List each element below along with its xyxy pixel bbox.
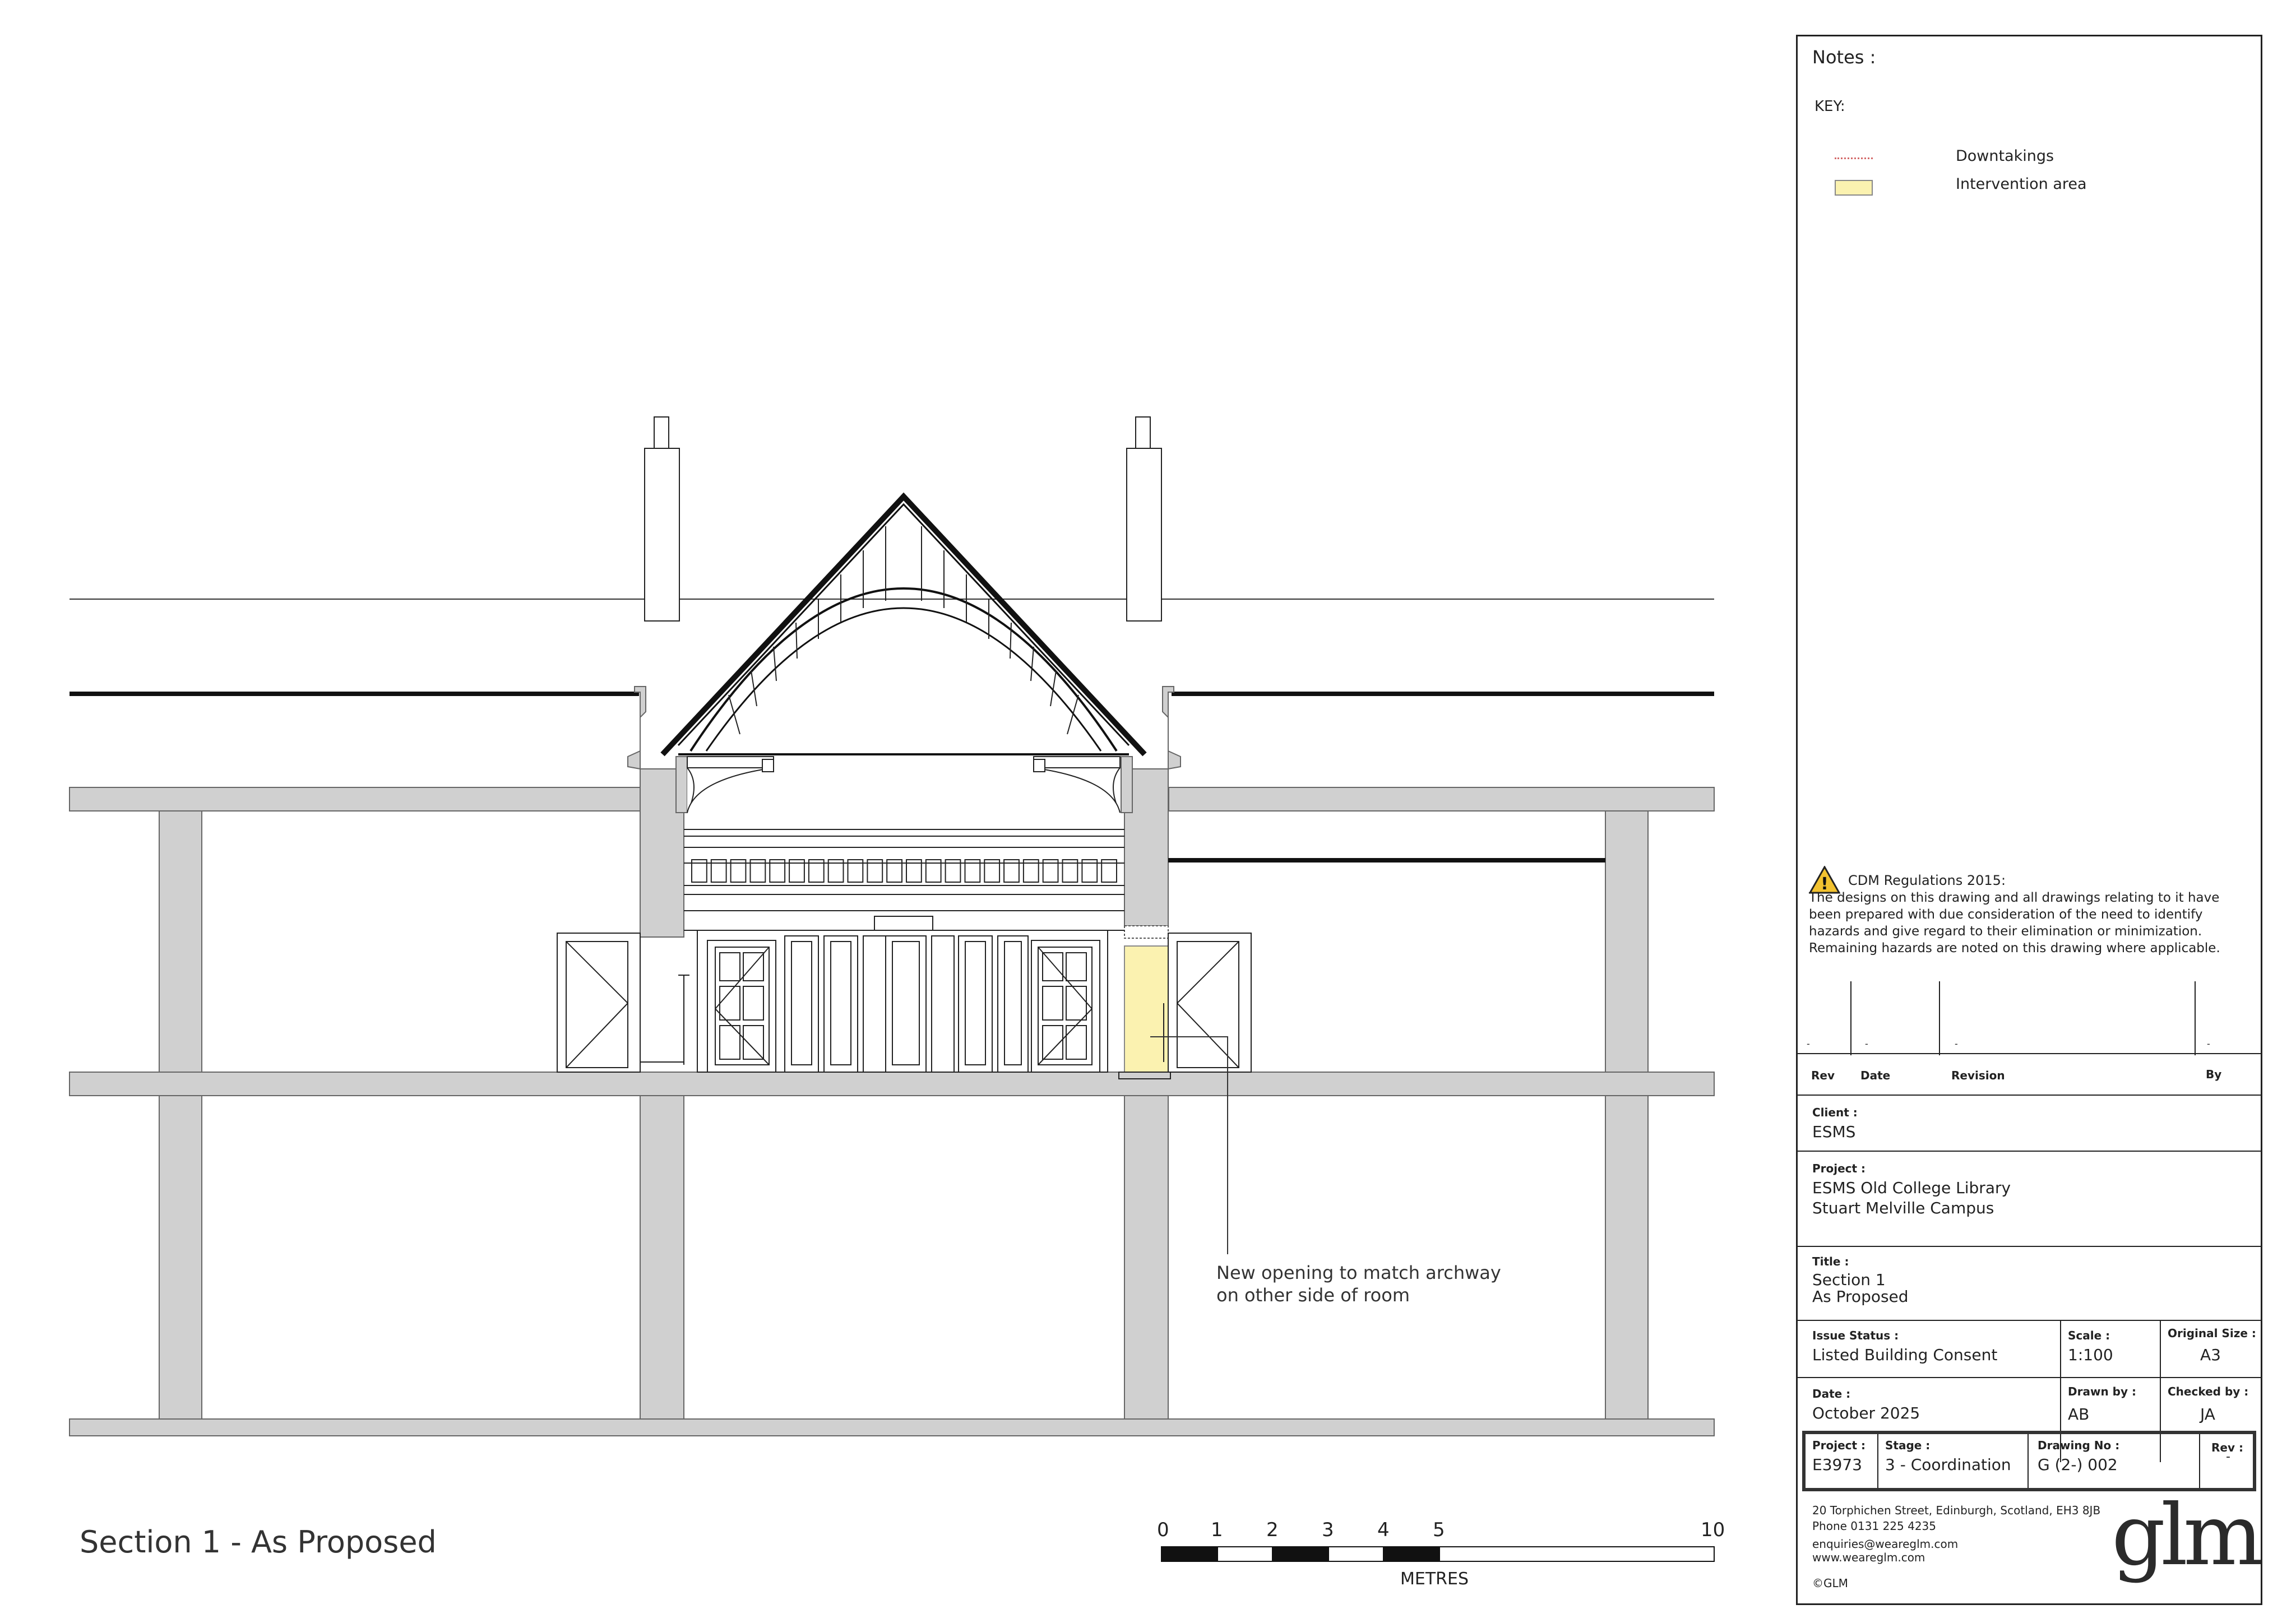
issue-status-value: Listed Building Consent	[1812, 1346, 1998, 1364]
scale-value: 1:100	[2068, 1346, 2113, 1364]
date-value: October 2025	[1812, 1404, 1920, 1422]
scale-tick-label: 1	[1211, 1519, 1223, 1541]
date-label: Date :	[1812, 1387, 1851, 1401]
door-right	[1038, 947, 1093, 1065]
project-line-1: ESMS Old College Library	[1812, 1179, 2011, 1197]
scale-bar	[1161, 1546, 1715, 1562]
table-rule	[1798, 1377, 2261, 1378]
checked-by-value: JA	[2200, 1405, 2215, 1423]
downtakings-key-icon	[1835, 157, 1873, 159]
scale-label: Scale :	[2068, 1329, 2110, 1342]
phone-text: Phone 0131 225 4235	[1812, 1519, 1936, 1533]
scale-tick-label: 4	[1377, 1519, 1390, 1541]
project-no-value: E3973	[1812, 1455, 1862, 1474]
scale-tick-label: 10	[1701, 1519, 1725, 1541]
copyright-text: ©GLM	[1812, 1576, 1848, 1590]
intervention-swatch-icon	[1835, 180, 1873, 196]
original-size-label: Original Size :	[2168, 1327, 2256, 1340]
scale-tick-label: 3	[1322, 1519, 1334, 1541]
cell-divider	[2027, 1434, 2029, 1488]
issue-status-label: Issue Status :	[1812, 1329, 1899, 1342]
stage-label: Stage :	[1885, 1439, 1931, 1452]
table-rule	[1798, 1151, 2261, 1152]
drawing-title: Section 1 - As Proposed	[80, 1524, 437, 1560]
table-rule	[1798, 1053, 2261, 1054]
title-line-2: As Proposed	[1812, 1287, 1909, 1306]
annotation-line-2: on other side of room	[1216, 1285, 1410, 1306]
warning-icon: !	[1809, 866, 1840, 894]
side-door-left	[557, 933, 689, 1073]
drawing-no-label: Drawing No :	[2038, 1439, 2120, 1452]
scale-tick-label: 0	[1157, 1519, 1169, 1541]
cdm-title: CDM Regulations 2015:	[1848, 873, 2006, 888]
drawing-id-box	[1802, 1431, 2256, 1491]
table-rule	[1798, 1246, 2261, 1247]
scale-tick-label: 2	[1266, 1519, 1279, 1541]
notes-heading: Notes :	[1812, 47, 1876, 68]
scale-tick-label: 5	[1433, 1519, 1445, 1541]
stage-value: 3 - Coordination	[1885, 1455, 2011, 1474]
table-rule	[1798, 1320, 2261, 1321]
email-text: enquiries@weareglm.com	[1812, 1537, 1959, 1551]
scale-unit-label: METRES	[1400, 1569, 1469, 1589]
revision-cell: -	[1955, 1038, 1958, 1049]
project-label: Project :	[1812, 1162, 1866, 1175]
cdm-line-2: been prepared with due consideration of …	[1809, 907, 2203, 922]
cell-divider	[1877, 1434, 1878, 1488]
intervention-area	[1124, 945, 1169, 1073]
annotation-line-1: New opening to match archway	[1216, 1262, 1501, 1283]
rev-header: Rev	[1811, 1069, 1835, 1082]
rev-divider	[1850, 981, 1851, 1055]
website-text: www.weareglm.com	[1812, 1551, 1925, 1564]
address-text: 20 Torphichen Street, Edinburgh, Scotlan…	[1812, 1504, 2101, 1517]
cell-divider	[2199, 1434, 2200, 1488]
key-label-downtakings: Downtakings	[1956, 147, 2054, 165]
bookcase-panels	[697, 916, 1108, 1073]
chimney-right	[1126, 416, 1162, 622]
project-no-label: Project :	[1812, 1439, 1866, 1452]
title-label: Title :	[1812, 1255, 1849, 1268]
date-cell: -	[1865, 1038, 1868, 1049]
drawn-by-value: AB	[2068, 1405, 2090, 1423]
checked-by-label: Checked by :	[2168, 1385, 2249, 1398]
rev-value: -	[2226, 1450, 2230, 1464]
original-size-value: A3	[2200, 1346, 2221, 1364]
downtaking-lintel	[1124, 925, 1169, 939]
title-line-1: Section 1	[1812, 1270, 1886, 1289]
cdm-line-3: hazards and give regard to their elimina…	[1809, 924, 2202, 939]
door-left	[715, 947, 770, 1065]
rev-cell: -	[1807, 1038, 1810, 1049]
revision-header: Revision	[1951, 1069, 2005, 1082]
table-rule	[1798, 1095, 2261, 1096]
arch-brackets	[687, 756, 1121, 813]
cdm-line-1: The designs on this drawing and all draw…	[1809, 891, 2220, 905]
by-cell: -	[2207, 1038, 2210, 1049]
drawn-by-label: Drawn by :	[2068, 1385, 2136, 1398]
key-label-intervention: Intervention area	[1956, 175, 2087, 193]
rev-divider	[1939, 981, 1940, 1055]
title-block-panel: Notes : KEY: Downtakings Intervention ar…	[1796, 35, 2263, 1605]
date-header: Date	[1860, 1069, 1891, 1082]
glm-logo: glm	[2112, 1487, 2263, 1584]
rev-divider	[2195, 981, 2196, 1055]
key-heading: KEY:	[1814, 98, 1845, 115]
project-line-2: Stuart Melville Campus	[1812, 1199, 1994, 1217]
drawing-no-value: G (2-) 002	[2038, 1455, 2118, 1474]
client-label: Client :	[1812, 1106, 1858, 1119]
chimney-left	[644, 416, 680, 622]
by-header: By	[2206, 1068, 2222, 1081]
cdm-line-4: Remaining hazards are noted on this draw…	[1809, 941, 2220, 956]
client-value: ESMS	[1812, 1123, 1856, 1141]
